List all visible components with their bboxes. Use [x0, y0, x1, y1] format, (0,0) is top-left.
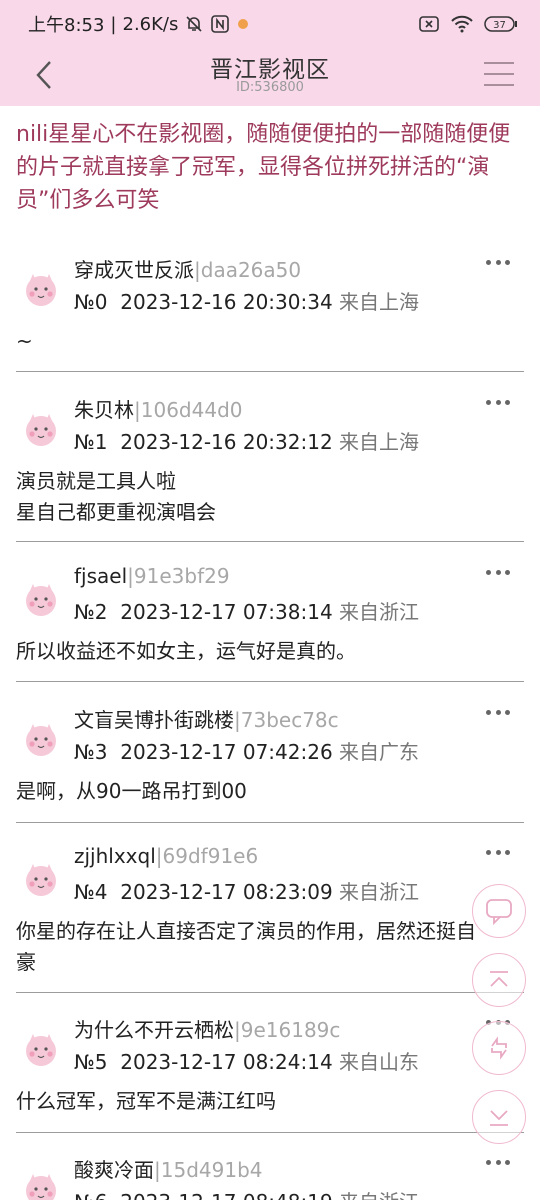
post-location: 来自上海: [339, 430, 420, 454]
status-bar: 上午8:53 | 2.6K/s 37: [0, 0, 540, 48]
more-dots-icon[interactable]: [486, 1160, 510, 1170]
avatar-icon[interactable]: [18, 716, 64, 762]
post-meta: №5 2023-12-17 08:24:14 来自山东: [74, 1046, 419, 1075]
divider: [16, 992, 524, 993]
floor-number: №6: [74, 1190, 108, 1200]
wifi-icon: [451, 15, 473, 33]
username[interactable]: 朱贝林|106d44d0: [74, 394, 243, 423]
post-datetime: 2023-12-17 08:23:09: [120, 880, 333, 904]
post-location: 来自山东: [339, 1050, 420, 1074]
user-id: 69df91e6: [162, 844, 259, 868]
user-id: 9e16189c: [240, 1018, 341, 1042]
more-dots-icon[interactable]: [486, 260, 510, 270]
page-title: 晋江影视区: [210, 57, 330, 83]
avatar-icon[interactable]: [18, 266, 64, 312]
refresh-icon: [491, 1036, 507, 1060]
post-datetime: 2023-12-17 08:48:19: [120, 1190, 332, 1200]
post-content: 什么冠军，冠军不是满江红吗: [16, 1089, 276, 1113]
user-id: daa26a50: [200, 258, 302, 282]
floor-number: №4: [74, 880, 108, 904]
post-datetime: 2023-12-17 07:42:26: [120, 740, 333, 764]
nfc-icon: [211, 15, 230, 33]
post-location: 来自浙江: [339, 880, 420, 904]
post-location: 来自上海: [339, 290, 420, 314]
post-content: 演员就是工具人啦 星自己都更重视演唱会: [16, 469, 216, 524]
divider: [16, 681, 524, 682]
post-content: 所以收益还不如女主，运气好是真的。: [16, 639, 356, 663]
user-id: 91e3bf29: [133, 564, 230, 588]
user-id: 106d44d0: [140, 398, 243, 422]
avatar-icon[interactable]: [18, 1166, 64, 1200]
username[interactable]: zjjhlxxql|69df91e6: [74, 844, 258, 868]
navigation-bar: 晋江影视区 ID:536800: [0, 48, 540, 106]
post-content: 你星的存在让人直接否定了演员的作用，居然还挺自豪: [16, 919, 476, 974]
floor-number: №2: [74, 600, 108, 624]
divider: [16, 1132, 524, 1133]
status-net-speed: 2.6K/s: [122, 13, 179, 35]
more-dots-icon[interactable]: [486, 570, 510, 580]
username[interactable]: fjsael|91e3bf29: [74, 564, 230, 588]
post-datetime: 2023-12-17 08:24:14: [120, 1050, 333, 1074]
menu-icon[interactable]: [484, 62, 514, 88]
avatar-icon[interactable]: [18, 1026, 64, 1072]
refresh-button[interactable]: [472, 1021, 526, 1075]
floor-number: №1: [74, 430, 108, 454]
post-datetime: 2023-12-17 07:38:14: [120, 600, 333, 624]
sim-off-icon: [419, 16, 439, 32]
status-time: 上午8:53: [28, 15, 105, 36]
battery-icon: 37: [484, 16, 517, 32]
post-meta: №0 2023-12-16 20:30:34 来自上海: [74, 286, 419, 315]
more-dots-icon[interactable]: [486, 710, 510, 720]
user-id: 73bec78c: [240, 708, 339, 732]
post-meta: №3 2023-12-17 07:42:26 来自广东: [74, 736, 419, 765]
user-id: 15d491b4: [160, 1158, 263, 1182]
floor-number: №3: [74, 740, 108, 764]
post-datetime: 2023-12-16 20:32:12: [120, 430, 333, 454]
divider: [16, 541, 524, 542]
post-meta: №1 2023-12-16 20:32:12 来自上海: [74, 426, 419, 455]
comment-button[interactable]: [472, 884, 526, 938]
post-content: 是啊，从90一路吊打到00: [16, 779, 247, 803]
avatar-icon[interactable]: [18, 856, 64, 902]
username[interactable]: 为什么不开云栖松|9e16189c: [74, 1014, 340, 1043]
avatar-icon[interactable]: [18, 406, 64, 452]
comment-icon: [486, 899, 512, 926]
post-location: 来自广东: [339, 740, 420, 764]
floor-number: №5: [74, 1050, 108, 1074]
topic-title: nili星星心不在影视圈，随随便便拍的一部随随便便的片子就直接拿了冠军，显得各位…: [16, 122, 511, 213]
post-datetime: 2023-12-16 20:30:34: [120, 290, 333, 314]
post-meta: №6 2023-12-17 08:48:19 来自浙江: [74, 1186, 419, 1200]
scroll-bottom-button[interactable]: [472, 1090, 526, 1144]
post-location: 来自浙江: [339, 1190, 419, 1200]
status-separator: |: [110, 13, 117, 35]
avatar-icon[interactable]: [18, 576, 64, 622]
more-dots-icon[interactable]: [486, 400, 510, 410]
username[interactable]: 酸爽冷面|15d491b4: [74, 1154, 263, 1183]
to-bottom-icon: [490, 1110, 508, 1126]
divider: [16, 371, 524, 372]
board-id: ID:536800: [236, 80, 304, 95]
divider: [16, 822, 524, 823]
more-dots-icon[interactable]: [486, 850, 510, 860]
scroll-top-button[interactable]: [472, 953, 526, 1007]
post-meta: №4 2023-12-17 08:23:09 来自浙江: [74, 876, 419, 905]
post-content: ~: [16, 329, 33, 353]
username[interactable]: 穿成灭世反派|daa26a50: [74, 254, 301, 283]
floor-number: №0: [74, 290, 108, 314]
post-location: 来自浙江: [339, 600, 420, 624]
battery-level: 37: [493, 20, 506, 31]
post-meta: №2 2023-12-17 07:38:14 来自浙江: [74, 596, 419, 625]
username[interactable]: 文盲吴博扑街跳楼|73bec78c: [74, 704, 339, 733]
mute-bell-icon: [186, 16, 202, 32]
to-top-icon: [490, 971, 508, 987]
app-notification-icon: [238, 19, 249, 29]
